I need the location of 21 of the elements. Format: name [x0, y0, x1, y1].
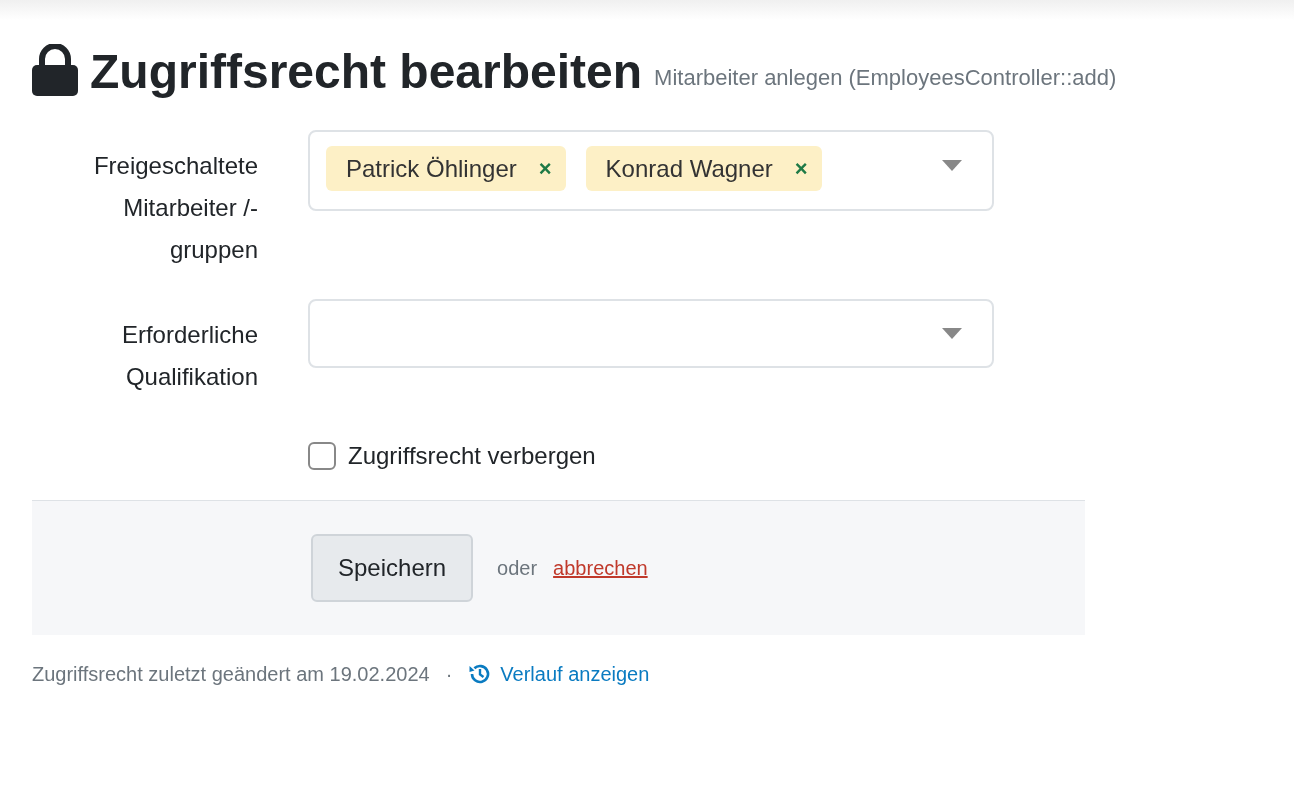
separator-dot: ·	[445, 662, 453, 687]
multi-select-field[interactable]: Patrick Öhlinger × Konrad Wagner ×	[308, 130, 994, 211]
select-field[interactable]	[308, 299, 994, 368]
field-label: Erforderliche Qualifikation	[120, 320, 258, 392]
remove-tag-button[interactable]: ×	[794, 152, 808, 185]
page-title: Zugriffsrecht bearbeiten	[90, 44, 643, 100]
history-link[interactable]: Verlauf anzeigen	[468, 659, 650, 689]
field-label: Freigeschaltete Mitarbeiter /-gruppen	[92, 151, 258, 265]
lock-icon	[32, 44, 78, 96]
dropdown-caret-icon	[942, 328, 962, 339]
checkbox-label[interactable]: Zugriffsrecht verbergen	[348, 438, 596, 474]
tag-label: Patrick Öhlinger	[346, 153, 517, 184]
cancel-link[interactable]: abbrechen	[553, 553, 648, 583]
dropdown-caret-icon	[942, 160, 962, 171]
page-subtitle: Mitarbeiter anlegen (EmployeesController::add)	[654, 64, 1117, 92]
last-changed-text: Zugriffsrecht zuletzt geändert am 19.02.2024	[32, 662, 430, 687]
checkbox[interactable]	[308, 442, 336, 470]
separator-text: oder	[497, 556, 538, 581]
save-button[interactable]: Speichern	[311, 534, 474, 602]
remove-tag-button[interactable]: ×	[538, 152, 552, 185]
tag-label: Konrad Wagner	[605, 153, 773, 184]
